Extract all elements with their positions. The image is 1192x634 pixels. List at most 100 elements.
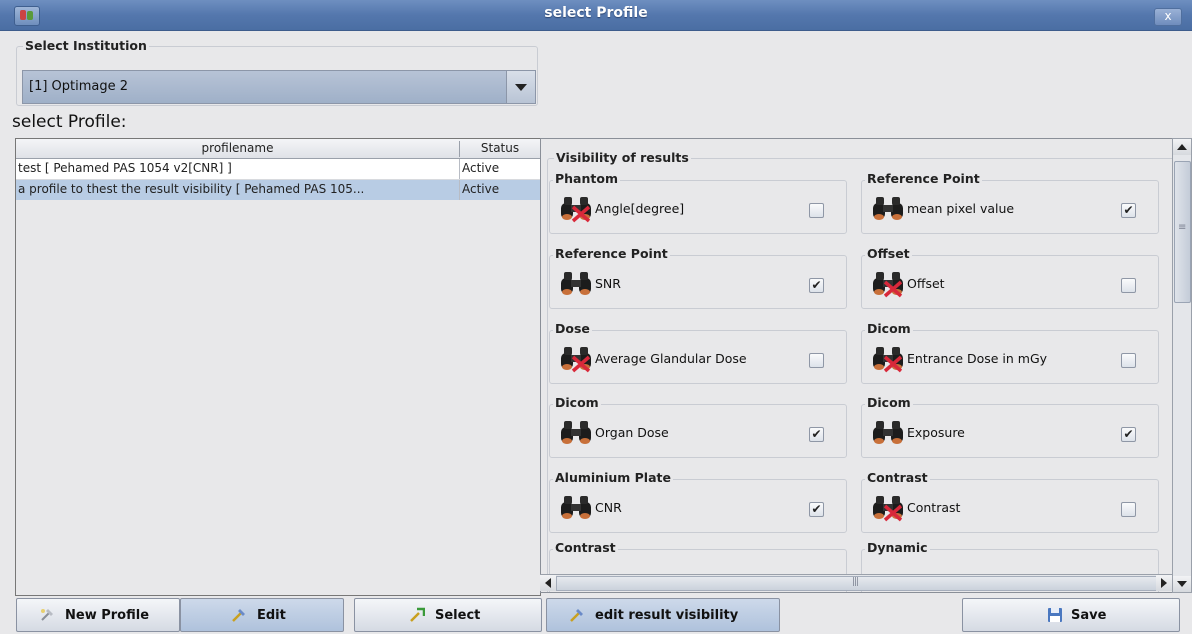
visibility-item-label: SNR (595, 276, 621, 291)
visibility-checkbox[interactable]: ✔ (1121, 203, 1136, 218)
visibility-item: Aluminium Plate CNR ✔ (549, 470, 847, 533)
floppy-disk-icon (1048, 608, 1062, 622)
visibility-item: Reference Point mean pixel value ✔ (861, 171, 1159, 234)
save-button[interactable]: Save (962, 598, 1180, 632)
visibility-item-label: mean pixel value (907, 201, 1015, 216)
new-profile-button[interactable]: New Profile (16, 598, 180, 632)
binoculars-icon (561, 496, 591, 519)
table-row[interactable]: test [ Pehamed PAS 1054 v2[CNR] ] Active (16, 159, 540, 180)
scroll-left-icon[interactable] (540, 575, 556, 591)
visibility-checkbox[interactable]: ✔ (1121, 427, 1136, 442)
edit-icon (570, 609, 583, 622)
profiles-heading: select Profile: (12, 112, 127, 132)
column-divider (459, 159, 460, 179)
visibility-item-group-title: Dicom (865, 321, 913, 336)
binoculars-icon (873, 197, 903, 220)
visibility-item-group (549, 255, 847, 309)
visibility-checkbox[interactable] (809, 203, 824, 218)
visibility-item: Contrast Contrast (861, 470, 1159, 533)
table-row[interactable]: a profile to thest the result visibility… (16, 180, 540, 200)
visibility-item-label: Entrance Dose in mGy (907, 351, 1048, 366)
visibility-item-group-title: Reference Point (865, 171, 982, 186)
visibility-item-group (861, 479, 1159, 533)
select-button[interactable]: Select (354, 598, 542, 632)
select-icon (410, 607, 425, 622)
visibility-item-group-title: Contrast (865, 470, 930, 485)
visibility-item-label: Contrast (907, 500, 961, 515)
close-button[interactable]: x (1154, 8, 1182, 26)
institution-group-title: Select Institution (23, 38, 149, 53)
visibility-panel: Visibility of results Phantom Angle[degre… (540, 138, 1177, 593)
visibility-item: Dicom Organ Dose ✔ (549, 395, 847, 458)
column-header-profilename[interactable]: profilename (16, 141, 460, 157)
visibility-item-group (549, 180, 847, 234)
visibility-item-group-title: Phantom (553, 171, 620, 186)
visibility-item-label: Organ Dose (595, 425, 669, 440)
edit-icon (232, 609, 245, 622)
profile-name-cell: a profile to thest the result visibility… (18, 182, 365, 196)
visibility-item-label: Average Glandular Dose (595, 351, 747, 366)
visibility-item-group (861, 255, 1159, 309)
binoculars-hidden-icon (873, 347, 903, 373)
visibility-group-title: Visibility of results (554, 150, 691, 165)
institution-select[interactable]: [1] Optimage 2 (22, 70, 536, 104)
save-label: Save (1071, 608, 1107, 623)
visibility-item-group (549, 479, 847, 533)
chevron-down-icon[interactable] (506, 71, 535, 103)
table-header: profilename Status (16, 139, 540, 159)
visibility-checkbox[interactable]: ✔ (809, 278, 824, 293)
visibility-item-group-title: Dicom (553, 395, 601, 410)
visibility-item: Phantom Angle[degree] (549, 171, 847, 234)
visibility-checkbox[interactable] (1121, 353, 1136, 368)
scroll-right-icon[interactable] (1156, 575, 1172, 591)
edit-result-visibility-label: edit result visibility (595, 608, 739, 623)
profile-status-cell: Active (462, 182, 500, 196)
window-title: select Profile (544, 5, 648, 21)
vertical-scrollbar[interactable] (1172, 138, 1192, 593)
new-profile-label: New Profile (65, 608, 150, 623)
visibility-item-group-title: Dicom (865, 395, 913, 410)
scroll-thumb[interactable] (1174, 161, 1191, 303)
new-profile-icon (41, 609, 53, 621)
binoculars-hidden-icon (873, 272, 903, 298)
binoculars-icon (561, 421, 591, 444)
visibility-item-group (549, 404, 847, 458)
visibility-item: Offset Offset (861, 246, 1159, 309)
binoculars-hidden-icon (561, 347, 591, 373)
visibility-item-label: Offset (907, 276, 945, 291)
visibility-item: Dicom Exposure ✔ (861, 395, 1159, 458)
edit-label: Edit (257, 608, 286, 623)
edit-button[interactable]: Edit (180, 598, 344, 632)
visibility-checkbox[interactable]: ✔ (809, 502, 824, 517)
profile-status-cell: Active (462, 161, 500, 175)
select-label: Select (435, 608, 481, 623)
visibility-checkbox[interactable] (809, 353, 824, 368)
visibility-item-group (861, 404, 1159, 458)
visibility-item: Reference Point SNR ✔ (549, 246, 847, 309)
binoculars-hidden-icon (873, 496, 903, 522)
visibility-item-label: CNR (595, 500, 622, 515)
binoculars-hidden-icon (561, 197, 591, 223)
visibility-checkbox[interactable] (1121, 502, 1136, 517)
edit-result-visibility-button[interactable]: edit result visibility (546, 598, 780, 632)
visibility-item-group-title: Aluminium Plate (553, 470, 673, 485)
visibility-item-group-title: Dose (553, 321, 592, 336)
visibility-item-group-title: Contrast (553, 540, 618, 555)
visibility-item-group-title: Dynamic (865, 540, 930, 555)
profile-name-cell: test [ Pehamed PAS 1054 v2[CNR] ] (18, 161, 232, 175)
institution-select-value: [1] Optimage 2 (29, 79, 129, 94)
binoculars-icon (561, 272, 591, 295)
profiles-table: profilename Status test [ Pehamed PAS 10… (15, 138, 541, 596)
visibility-item: Dose Average Glandular Dose (549, 321, 847, 384)
visibility-checkbox[interactable]: ✔ (809, 427, 824, 442)
visibility-checkbox[interactable] (1121, 278, 1136, 293)
visibility-item-label: Angle[degree] (595, 201, 685, 216)
visibility-item-label: Exposure (907, 425, 965, 440)
visibility-item: Dicom Entrance Dose in mGy (861, 321, 1159, 384)
horizontal-scrollbar[interactable] (540, 574, 1172, 591)
scroll-down-icon[interactable] (1173, 576, 1191, 592)
column-header-status[interactable]: Status (460, 141, 540, 155)
scroll-thumb[interactable] (556, 576, 1158, 591)
visibility-item-group-title: Reference Point (553, 246, 670, 261)
scroll-up-icon[interactable] (1173, 139, 1191, 155)
